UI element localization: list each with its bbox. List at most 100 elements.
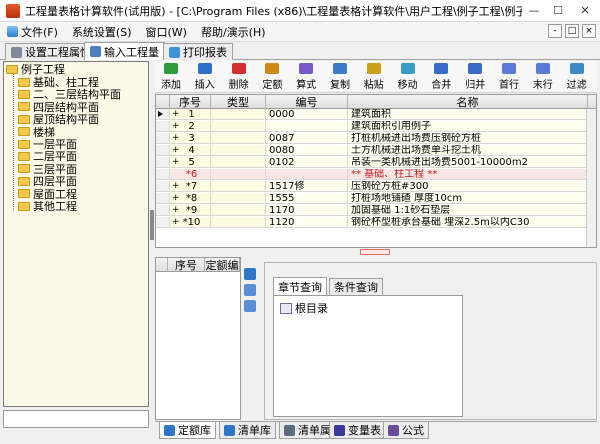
quota-header-code[interactable]: 定额编 <box>205 258 240 272</box>
table-row[interactable]: + *9 1170 加固基础 1:1砂石垫层 <box>156 205 596 216</box>
table-row[interactable]: +3 0087 打桩机械进出场费压钢砼方桩 <box>156 133 596 144</box>
cell-name[interactable]: ** 基础、柱工程 ** <box>348 169 588 180</box>
menu-settings[interactable]: 系统设置(S) <box>65 22 139 42</box>
group-button[interactable]: 归并 <box>462 63 488 91</box>
grid-scrollbar[interactable] <box>586 109 596 247</box>
panel-splitter[interactable] <box>150 210 154 240</box>
cell-seq[interactable]: + *7 <box>170 181 211 192</box>
cell-code[interactable]: 1517修 <box>266 181 348 192</box>
mdi-minimize-button[interactable]: - <box>548 24 562 38</box>
move-button[interactable]: 移动 <box>395 63 421 91</box>
cell-code[interactable]: 1555 <box>266 193 348 204</box>
expand-icon[interactable]: + <box>172 157 180 167</box>
table-row[interactable]: +4 0080 土方机械进出场费单斗挖土机 <box>156 145 596 156</box>
insert-button[interactable]: 插入 <box>192 63 218 91</box>
refresh-icon[interactable] <box>244 284 256 296</box>
tab-print-reports[interactable]: 打印报表 <box>163 43 233 60</box>
cell-type[interactable] <box>211 217 266 228</box>
cell-type[interactable] <box>211 121 266 132</box>
first-row-button[interactable]: 首行 <box>496 63 522 91</box>
cell-seq[interactable]: + *10 <box>170 217 211 228</box>
minimize-button[interactable]: — <box>522 1 546 21</box>
cell-name[interactable]: 建筑面积 <box>348 109 588 120</box>
tree-item[interactable]: 屋顶结构平面 <box>18 113 99 126</box>
cell-name[interactable]: 建筑面积引用例子 <box>348 121 588 132</box>
row-indicator[interactable] <box>156 205 170 216</box>
cell-seq[interactable]: + *9 <box>170 205 211 216</box>
tab-condition-query[interactable]: 条件查询 <box>329 278 383 295</box>
table-row[interactable]: + *7 1517修 压钢砼方桩#300 <box>156 181 596 192</box>
expand-icon[interactable]: + <box>172 133 180 143</box>
cell-type[interactable] <box>211 109 266 120</box>
cell-type[interactable] <box>211 133 266 144</box>
cell-seq[interactable]: *6 <box>170 169 211 180</box>
cell-code[interactable]: 1120 <box>266 217 348 228</box>
cell-code[interactable]: 0000 <box>266 109 348 120</box>
cell-type[interactable] <box>211 193 266 204</box>
tab-bill-library[interactable]: 清单库 <box>219 422 276 439</box>
row-indicator[interactable] <box>156 169 170 180</box>
cell-seq[interactable]: +1 <box>170 109 211 120</box>
table-row[interactable]: +2 建筑面积引用例子 <box>156 121 596 132</box>
mdi-close-button[interactable]: × <box>582 24 596 38</box>
expand-icon[interactable]: + <box>172 217 180 227</box>
last-row-button[interactable]: 末行 <box>530 63 556 91</box>
cell-name[interactable]: 压钢砼方桩#300 <box>348 181 588 192</box>
cell-type[interactable] <box>211 157 266 168</box>
expand-icon[interactable]: + <box>172 145 180 155</box>
cell-code[interactable]: 0080 <box>266 145 348 156</box>
expand-icon[interactable]: + <box>172 109 180 119</box>
tab-input-quantities[interactable]: 输入工程量 <box>84 42 165 60</box>
table-row[interactable]: +1 0000 建筑面积 <box>156 109 596 120</box>
menu-help[interactable]: 帮助/演示(H) <box>194 22 273 42</box>
delete-button[interactable]: 删除 <box>226 63 252 91</box>
cell-type[interactable] <box>211 205 266 216</box>
table-row[interactable]: +5 0102 吊装一类机械进出场费5001-10000m2 <box>156 157 596 168</box>
excel-icon[interactable] <box>244 268 256 280</box>
row-indicator[interactable] <box>156 109 170 120</box>
header-seq[interactable]: 序号 <box>170 95 211 109</box>
mdi-restore-button[interactable]: □ <box>565 24 579 38</box>
cell-name[interactable]: 打桩场地铺碴 厚度10cm <box>348 193 588 204</box>
paste-button[interactable]: 粘贴 <box>361 63 387 91</box>
close-button[interactable]: ✕ <box>570 1 600 21</box>
cell-type[interactable] <box>211 169 266 180</box>
row-indicator[interactable] <box>156 217 170 228</box>
quota-button[interactable]: 定额 <box>259 63 285 91</box>
cell-name[interactable]: 打桩机械进出场费压钢砼方桩 <box>348 133 588 144</box>
horizontal-splitter[interactable] <box>155 249 597 256</box>
expand-icon[interactable]: + <box>172 205 180 215</box>
filter-button[interactable]: 过滤 <box>564 63 590 91</box>
cell-type[interactable] <box>211 145 266 156</box>
cell-code[interactable] <box>266 169 348 180</box>
tab-quota-library[interactable]: 定额库 <box>159 422 216 439</box>
merge-button[interactable]: 合并 <box>428 63 454 91</box>
cell-code[interactable]: 1170 <box>266 205 348 216</box>
row-indicator[interactable] <box>156 181 170 192</box>
cell-name[interactable]: 吊装一类机械进出场费5001-10000m2 <box>348 157 588 168</box>
tab-chapter-query[interactable]: 章节查询 <box>273 277 327 295</box>
row-indicator[interactable] <box>156 133 170 144</box>
row-indicator[interactable] <box>156 157 170 168</box>
expand-icon[interactable]: + <box>172 181 180 191</box>
quota-header-seq[interactable]: 序号 <box>168 258 205 272</box>
cell-name[interactable]: 加固基础 1:1砂石垫层 <box>348 205 588 216</box>
table-row[interactable]: + *10 1120 钢砼杯型桩承台基础 埋深2.5m以内C30 <box>156 217 596 228</box>
tab-formula[interactable]: 公式 <box>383 422 429 439</box>
header-type[interactable]: 类型 <box>211 95 266 109</box>
tab-variables[interactable]: 变量表 <box>329 422 386 439</box>
menu-file[interactable]: 文件(F) <box>0 22 65 42</box>
cell-seq[interactable]: +4 <box>170 145 211 156</box>
sync-icon[interactable] <box>244 300 256 312</box>
cell-code[interactable]: 0087 <box>266 133 348 144</box>
formula-button[interactable]: 算式 <box>293 63 319 91</box>
cell-name[interactable]: 钢砼杯型桩承台基础 埋深2.5m以内C30 <box>348 217 588 228</box>
add-button[interactable]: 添加 <box>158 63 184 91</box>
menu-window[interactable]: 窗口(W) <box>139 22 194 42</box>
cell-seq[interactable]: +5 <box>170 157 211 168</box>
header-name[interactable]: 名称 <box>348 95 588 109</box>
row-indicator[interactable] <box>156 121 170 132</box>
copy-button[interactable]: 复制 <box>327 63 353 91</box>
table-row[interactable]: + *8 1555 打桩场地铺碴 厚度10cm <box>156 193 596 204</box>
expand-icon[interactable]: + <box>172 121 180 131</box>
